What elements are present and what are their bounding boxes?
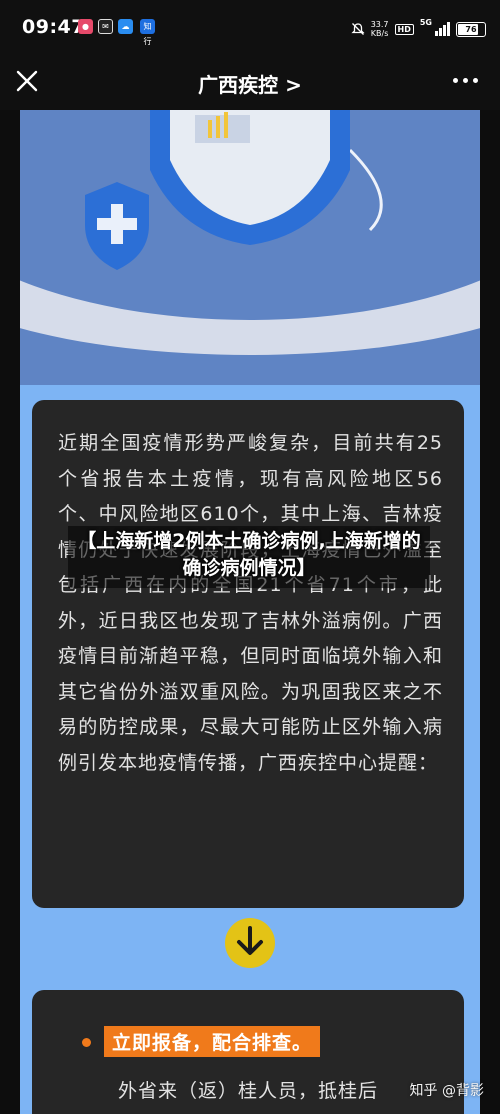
battery-level: 76 xyxy=(465,24,477,34)
app-notification-icon: ● xyxy=(78,19,93,34)
article-content[interactable]: 近期全国疫情形势严峻复杂，目前共有25个省报告本土疫情，现有高风险地区56个、中… xyxy=(20,110,480,1114)
mute-icon xyxy=(351,23,365,35)
status-time: 09:47 xyxy=(22,16,85,38)
net-speed: 33.7 KB/s xyxy=(371,20,389,38)
mask-shield-illustration xyxy=(20,110,480,355)
action-card: 立即报备，配合排查。 外省来（返）桂人员，抵桂后 xyxy=(32,990,464,1114)
section-body-text: 外省来（返）桂人员，抵桂后 xyxy=(118,1080,379,1102)
network-type: 5G xyxy=(419,18,432,27)
status-bar: 09:47 ● ✉ ☁ 知行 33.7 KB/s HD 5G 76 xyxy=(0,0,500,56)
account-title-link[interactable]: 广西疾控 > xyxy=(0,69,500,98)
notice-card: 近期全国疫情形势严峻复杂，目前共有25个省报告本土疫情，现有高风险地区56个、中… xyxy=(32,400,464,908)
net-speed-unit: KB/s xyxy=(370,29,389,38)
hero-illustration xyxy=(20,110,480,385)
app-notification-icon: ✉ xyxy=(98,19,113,34)
net-speed-value: 33.7 xyxy=(370,20,389,29)
zhixing-badge-icon: 知行 xyxy=(140,19,155,46)
status-indicators: 33.7 KB/s HD 5G 76 xyxy=(351,18,486,40)
signal-icon xyxy=(435,22,450,36)
section-label: 立即报备，配合排查。 xyxy=(104,1026,321,1057)
app-notification-icon: ☁ xyxy=(118,19,133,34)
bullet-dot-icon xyxy=(82,1038,91,1047)
more-icon[interactable] xyxy=(453,78,478,83)
battery-icon: 76 xyxy=(456,21,486,37)
intro-paragraph: 近期全国疫情形势严峻复杂，目前共有25个省报告本土疫情，现有高风险地区56个、中… xyxy=(58,432,443,774)
hd-badge: HD xyxy=(394,23,414,35)
nav-bar: 广西疾控 > xyxy=(0,56,500,110)
arrow-down-icon xyxy=(225,918,275,968)
zhihu-watermark: 知乎 @背影 xyxy=(409,1083,484,1099)
caption-overlay-text: 【上海新增2例本土确诊病例,上海新增的确诊病例情况】 xyxy=(77,530,421,579)
